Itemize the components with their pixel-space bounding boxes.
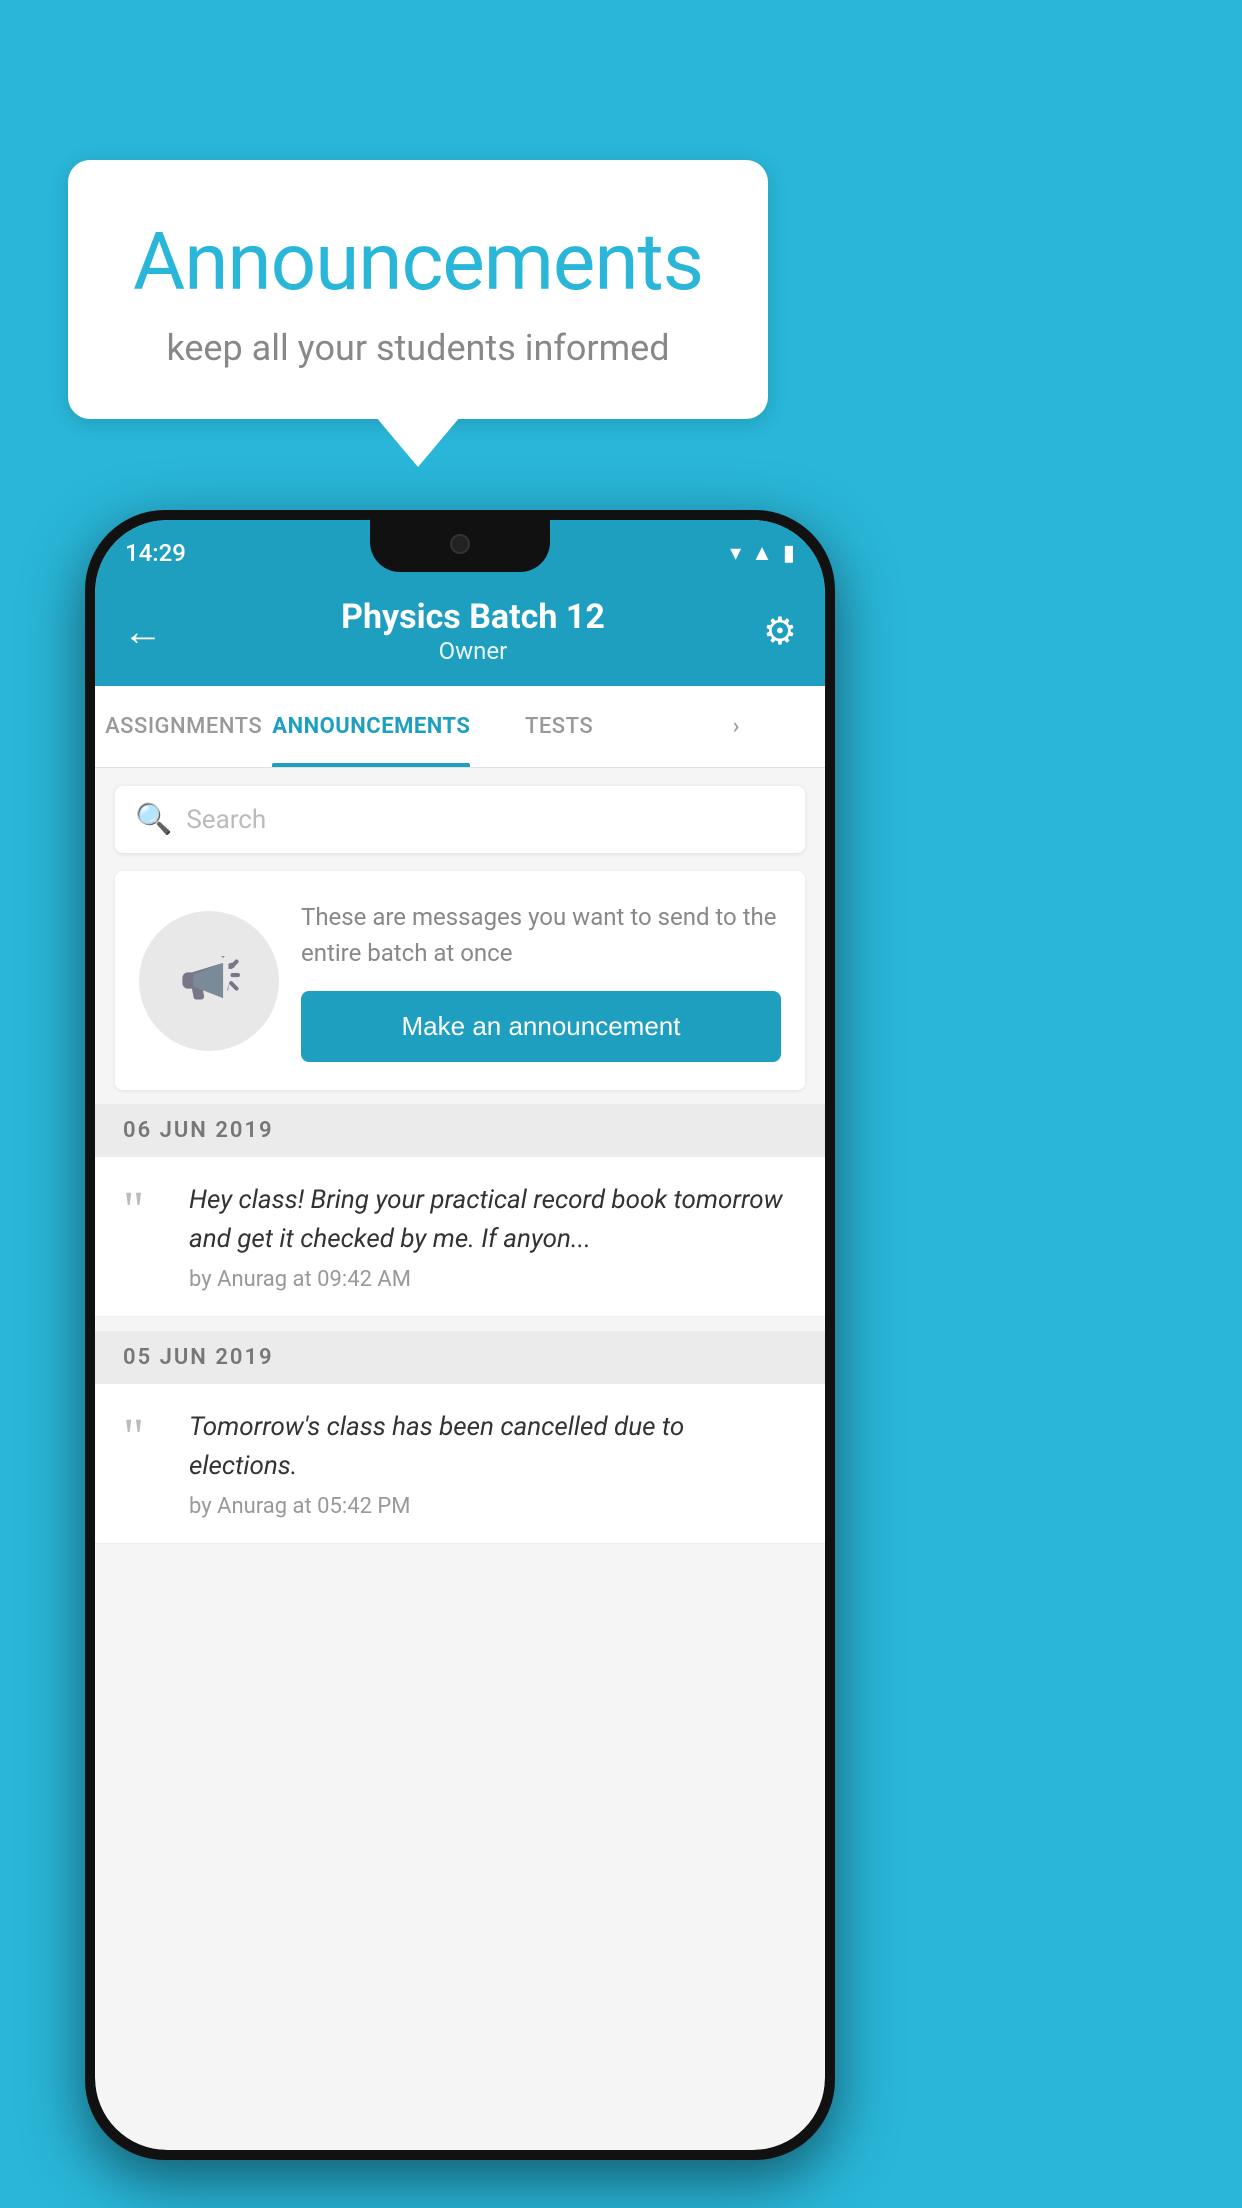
back-button[interactable]: ← bbox=[123, 608, 163, 655]
search-icon: 🔍 bbox=[135, 802, 172, 837]
announcement-meta-1: by Anurag at 09:42 AM bbox=[189, 1267, 411, 1292]
announcement-meta-2: by Anurag at 05:42 PM bbox=[189, 1494, 410, 1519]
announcement-text-2: Tomorrow's class has been cancelled due … bbox=[189, 1408, 797, 1486]
wifi-icon: ▾ bbox=[730, 541, 741, 566]
announcement-description: These are messages you want to send to t… bbox=[301, 899, 781, 971]
make-announcement-button[interactable]: Make an announcement bbox=[301, 991, 781, 1062]
quote-icon-1: " bbox=[123, 1185, 167, 1237]
bubble-subtitle: keep all your students informed bbox=[128, 327, 708, 369]
tab-assignments[interactable]: ASSIGNMENTS bbox=[95, 686, 272, 767]
batch-name: Physics Batch 12 bbox=[183, 597, 763, 637]
notch bbox=[370, 520, 550, 572]
announcement-text-1: Hey class! Bring your practical record b… bbox=[189, 1181, 797, 1259]
signal-icon: ▲ bbox=[751, 540, 773, 566]
megaphone-icon-circle bbox=[139, 911, 279, 1051]
batch-role: Owner bbox=[183, 637, 763, 665]
announcement-prompt: These are messages you want to send to t… bbox=[115, 871, 805, 1090]
quote-icon-2: " bbox=[123, 1412, 167, 1464]
announcement-right-panel: These are messages you want to send to t… bbox=[301, 899, 781, 1062]
date-separator-2: 05 JUN 2019 bbox=[95, 1331, 825, 1384]
tab-bar: ASSIGNMENTS ANNOUNCEMENTS TESTS › bbox=[95, 686, 825, 768]
bubble-title: Announcements bbox=[128, 215, 708, 309]
announcement-content-2: Tomorrow's class has been cancelled due … bbox=[189, 1408, 797, 1519]
tab-announcements[interactable]: ANNOUNCEMENTS bbox=[272, 686, 470, 767]
announcement-content-1: Hey class! Bring your practical record b… bbox=[189, 1181, 797, 1292]
phone-inner: 14:29 ▾ ▲ ▮ ← Physics Batch 12 Owner ⚙ bbox=[95, 520, 825, 2150]
status-icons: ▾ ▲ ▮ bbox=[730, 540, 795, 566]
battery-icon: ▮ bbox=[783, 541, 795, 566]
phone-frame: 14:29 ▾ ▲ ▮ ← Physics Batch 12 Owner ⚙ bbox=[85, 510, 835, 2160]
status-time: 14:29 bbox=[125, 539, 186, 567]
date-separator-1: 06 JUN 2019 bbox=[95, 1104, 825, 1157]
search-placeholder: Search bbox=[186, 805, 266, 835]
speech-bubble-card: Announcements keep all your students inf… bbox=[68, 160, 768, 419]
tab-more[interactable]: › bbox=[648, 686, 825, 767]
tab-tests[interactable]: TESTS bbox=[470, 686, 647, 767]
app-bar-title: Physics Batch 12 Owner bbox=[183, 597, 763, 665]
app-bar: ← Physics Batch 12 Owner ⚙ bbox=[95, 576, 825, 686]
camera bbox=[450, 534, 470, 554]
more-icon: › bbox=[733, 714, 740, 739]
announcement-item-1[interactable]: " Hey class! Bring your practical record… bbox=[95, 1157, 825, 1317]
phone-screen: 14:29 ▾ ▲ ▮ ← Physics Batch 12 Owner ⚙ bbox=[95, 520, 825, 2150]
search-bar[interactable]: 🔍 Search bbox=[115, 786, 805, 853]
settings-icon[interactable]: ⚙ bbox=[763, 609, 797, 654]
announcement-item-2[interactable]: " Tomorrow's class has been cancelled du… bbox=[95, 1384, 825, 1544]
